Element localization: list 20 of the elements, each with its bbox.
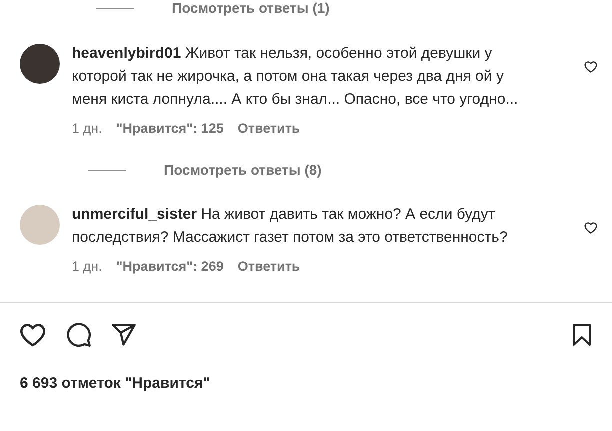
username-link[interactable]: unmerciful_sister [72,206,198,224]
avatar-photo-placeholder [20,44,60,84]
likes-count-link[interactable]: "Нравится": 125 [116,119,224,140]
comment-icon[interactable] [66,322,92,348]
comment-text: heavenlybird01 Живот так нельзя, особенно этой девушки у которой так не жирочка, а потом она такая через два дня ой у меня киста лопнула.... А кто бы знал... Опасно, все что угодно... [72,44,520,110]
view-replies-link[interactable]: Посмотреть ответы (8) [164,163,322,178]
avatar-photo-placeholder [20,205,60,246]
username-link[interactable]: heavenlybird01 [72,45,182,62]
bookmark-icon[interactable] [570,322,594,348]
heart-icon[interactable] [584,60,598,74]
view-replies-link[interactable]: Посмотреть ответы (1) [172,1,330,15]
comment-age: 1 дн. [72,120,102,138]
likes-count-link[interactable]: "Нравится": 269 [116,257,224,278]
reply-link[interactable]: Ответить [238,257,300,278]
reply-link[interactable]: Ответить [238,119,300,140]
share-icon[interactable] [111,322,137,348]
heart-icon[interactable] [584,221,598,236]
comment-text: unmerciful_sister На живот давить так можно? А если будут последствия? Массажист газет потом за это ответственность? [72,205,509,248]
comment-age: 1 дн. [72,258,102,276]
likes-total: 6 693 отметок "Нравится" [19,374,212,394]
